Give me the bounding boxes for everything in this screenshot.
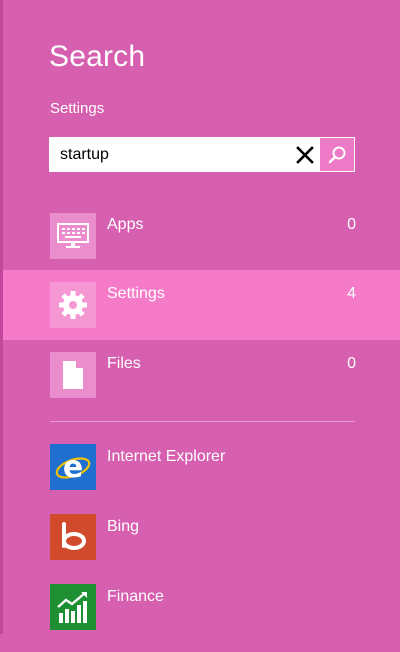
- search-submit-button[interactable]: [320, 138, 354, 171]
- apps-scope-icon-tile: [50, 213, 96, 259]
- scope-count-files: 0: [347, 355, 356, 372]
- finance-icon: [57, 592, 87, 623]
- scope-row-settings[interactable]: Settings 4: [3, 270, 400, 340]
- file-icon: [63, 361, 83, 389]
- search-pane-title: Search: [49, 40, 146, 73]
- files-scope-icon-tile: [50, 352, 96, 398]
- scope-label-apps: Apps: [107, 216, 144, 233]
- bing-icon: [62, 522, 86, 550]
- bing-tile: [50, 514, 96, 560]
- search-box[interactable]: [49, 137, 355, 172]
- internet-explorer-icon: e: [55, 450, 91, 485]
- app-row-finance[interactable]: Finance: [3, 584, 400, 652]
- app-label-internet-explorer: Internet Explorer: [107, 448, 226, 465]
- scope-row-apps[interactable]: Apps 0: [3, 201, 400, 271]
- scope-row-files[interactable]: Files 0: [3, 340, 400, 410]
- app-row-internet-explorer[interactable]: e Internet Explorer: [3, 444, 400, 512]
- close-icon: [296, 145, 314, 164]
- gear-icon: [59, 291, 87, 319]
- search-scope-label: Settings: [50, 100, 105, 117]
- search-input[interactable]: [50, 138, 288, 171]
- scope-count-apps: 0: [347, 216, 356, 233]
- scope-label-settings: Settings: [107, 285, 165, 302]
- scope-label-files: Files: [107, 355, 141, 372]
- svg-text:e: e: [63, 450, 83, 485]
- keyboard-icon: [57, 223, 89, 248]
- results-divider: [50, 421, 355, 422]
- app-label-finance: Finance: [107, 588, 164, 605]
- clear-search-button[interactable]: [288, 138, 322, 171]
- finance-tile: [50, 584, 96, 630]
- app-label-bing: Bing: [107, 518, 140, 535]
- internet-explorer-tile: e: [50, 444, 96, 490]
- search-icon: [328, 146, 346, 163]
- app-row-bing[interactable]: Bing: [3, 514, 400, 582]
- scope-count-settings: 4: [347, 285, 356, 302]
- settings-scope-icon-tile: [50, 282, 96, 328]
